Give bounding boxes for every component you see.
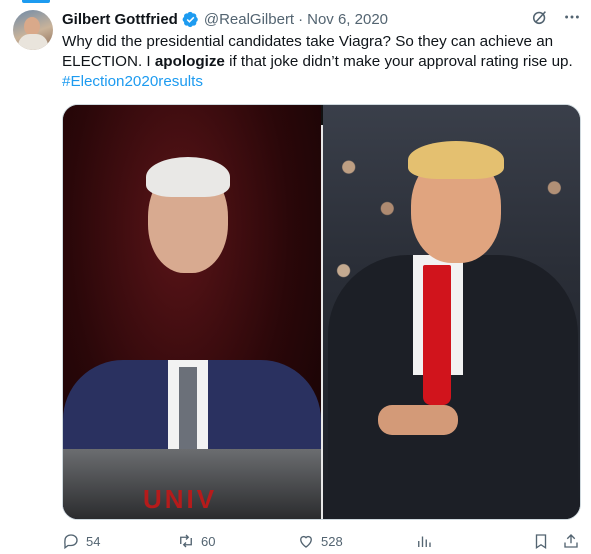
hands-right [378, 405, 458, 435]
tweet-header: Gilbert Gottfried @RealGilbert · Nov 6, … [62, 9, 581, 29]
tweet-text: Why did the presidential candidates take… [62, 32, 582, 92]
tie-left [179, 367, 197, 462]
reply-icon [64, 534, 78, 550]
avatar[interactable] [13, 10, 53, 50]
separator-dot: · [298, 10, 304, 28]
like-count: 528 [321, 533, 343, 549]
hashtag-link[interactable]: #Election2020results [62, 73, 203, 90]
more-icon[interactable] [563, 8, 581, 30]
tweet-text-bold: apologize [154, 53, 225, 70]
share-button[interactable] [562, 532, 580, 550]
share-icon [564, 534, 578, 548]
verified-badge-icon[interactable] [182, 11, 199, 28]
tweet-actions-bar: 54 60 528 [62, 530, 582, 552]
author-name[interactable]: Gilbert Gottfried [62, 11, 178, 28]
tweet-media-image[interactable]: UNIV [62, 104, 581, 520]
views-button[interactable] [415, 532, 433, 550]
bookmark-button[interactable] [532, 532, 550, 550]
views-icon [418, 536, 431, 547]
tie-right [423, 265, 451, 405]
podium-text: UNIV [143, 484, 218, 514]
photo-right [323, 105, 580, 519]
photo-left: UNIV [63, 105, 321, 519]
like-icon [300, 535, 312, 548]
reply-button[interactable]: 54 [62, 532, 100, 550]
author-handle[interactable]: @RealGilbert [204, 11, 294, 28]
top-accent-bar [22, 0, 50, 3]
retweet-icon [180, 534, 192, 548]
hair-right [408, 141, 504, 179]
tweet-date[interactable]: Nov 6, 2020 [307, 11, 388, 28]
retweet-count: 60 [201, 533, 216, 549]
grok-icon[interactable] [531, 8, 549, 30]
tweet-text-part2: if that joke didn’t make your approval r… [224, 53, 573, 70]
header-actions [531, 8, 581, 30]
retweet-button[interactable]: 60 [177, 532, 215, 550]
reply-count: 54 [86, 533, 101, 549]
hair-left [146, 157, 230, 197]
bookmark-icon [535, 534, 547, 550]
like-button[interactable]: 528 [297, 532, 343, 550]
avatar-body [18, 34, 48, 50]
